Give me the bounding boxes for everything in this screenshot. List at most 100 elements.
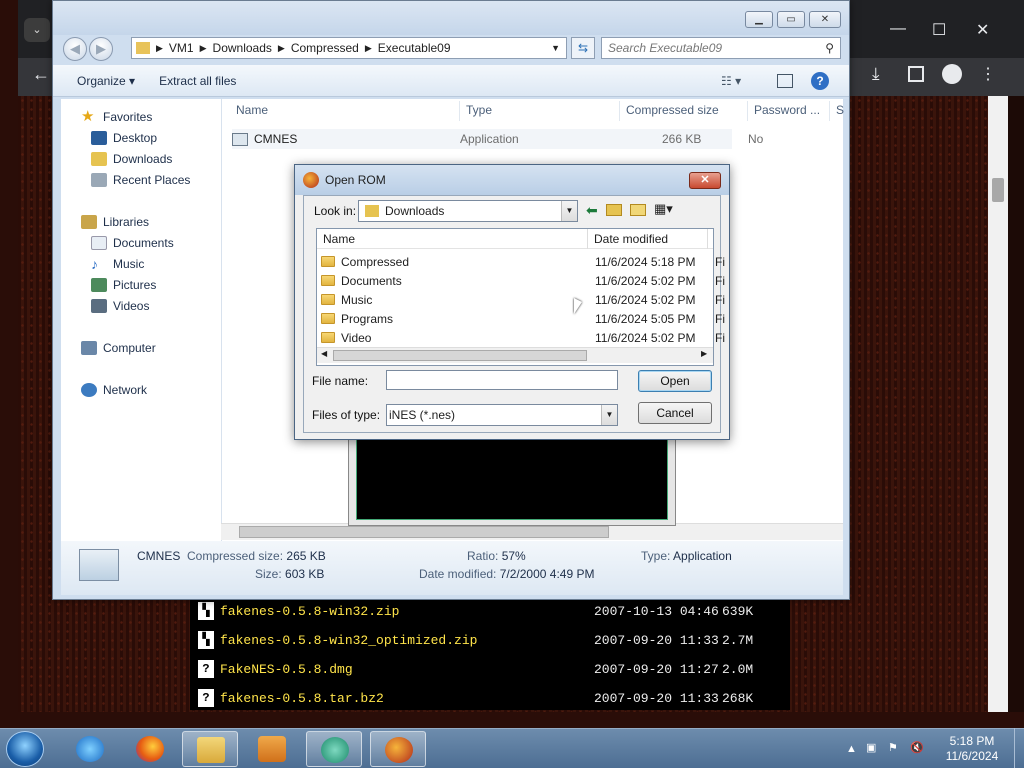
taskbar-ie[interactable]	[62, 731, 118, 767]
help-icon[interactable]: ?	[811, 71, 829, 90]
network-tray-icon[interactable]: ▣	[866, 741, 876, 754]
listing-link[interactable]: fakenes-0.5.8-win32.zip	[220, 604, 399, 619]
nav-recent-places[interactable]: Recent Places	[91, 170, 190, 190]
minimize-button[interactable]: ▁	[745, 11, 773, 28]
show-desktop-button[interactable]	[1014, 728, 1024, 768]
chevron-down-icon[interactable]: ▼	[551, 43, 560, 53]
listing-row[interactable]: ? fakenes-0.5.8.tar.bz2 2007-09-20 11:33 26…	[198, 687, 778, 709]
taskbar-explorer[interactable]	[182, 731, 238, 767]
list-item[interactable]: Video 11/6/2024 5:02 PM Fi	[321, 328, 725, 347]
download-icon[interactable]: ⤓	[872, 64, 880, 84]
page-scrollbar-thumb[interactable]	[992, 178, 1004, 202]
breadcrumb-item[interactable]: Executable09	[378, 41, 451, 55]
back-button[interactable]: ◀	[63, 37, 87, 61]
back-icon[interactable]: ←	[32, 64, 50, 85]
scroll-left-icon[interactable]: ◀	[321, 349, 327, 358]
forward-button[interactable]: ▶	[89, 37, 113, 61]
chevron-down-icon[interactable]: ▼	[561, 201, 577, 221]
cancel-button[interactable]: Cancel	[638, 402, 712, 424]
refresh-icon[interactable]: ⇆	[571, 37, 595, 59]
view-options-icon[interactable]: ☷ ▾	[721, 74, 741, 88]
column-header-type[interactable]: Ty	[707, 229, 714, 249]
scroll-right-icon[interactable]: ▶	[701, 349, 707, 358]
close-button[interactable]: ✕	[689, 172, 721, 189]
list-horizontal-scrollbar[interactable]: ◀ ▶	[317, 347, 713, 363]
side-panel-icon[interactable]	[908, 66, 924, 82]
column-header-compressed-size[interactable]: Compressed size	[620, 101, 748, 121]
extract-all-button[interactable]: Extract all files	[159, 74, 236, 88]
taskbar-media-player[interactable]	[244, 731, 300, 767]
nav-computer[interactable]: Computer	[81, 338, 156, 358]
look-in-label: Look in:	[314, 204, 357, 218]
details-value: 57%	[501, 549, 526, 563]
search-input[interactable]: Search Executable09 ⚲	[601, 37, 841, 59]
nav-label: Documents	[113, 236, 174, 250]
minimize-icon[interactable]: —	[890, 20, 906, 38]
clock[interactable]: 5:18 PM 11/6/2024	[934, 734, 1010, 764]
breadcrumb-item[interactable]: Compressed	[291, 41, 359, 55]
look-in-select[interactable]: Downloads ▼	[358, 200, 578, 222]
preview-pane-icon[interactable]	[777, 73, 793, 88]
listing-row[interactable]: ▚ fakenes-0.5.8-win32.zip 2007-10-13 04:46…	[198, 600, 778, 622]
listing-date: 2007-10-13 04:46	[594, 603, 719, 619]
nav-videos[interactable]: Videos	[91, 296, 149, 316]
menu-icon[interactable]: ⋮	[980, 64, 996, 84]
listing-link[interactable]: fakenes-0.5.8-win32_optimized.zip	[220, 633, 477, 648]
scrollbar-thumb[interactable]	[239, 526, 609, 538]
taskbar-firefox[interactable]	[122, 731, 178, 767]
column-header-type[interactable]: Type	[460, 101, 620, 121]
nav-documents[interactable]: Documents	[91, 233, 174, 253]
taskbar: ▲ ▣ ⚑ 🔇	[0, 728, 1024, 768]
taskbar-fakenes[interactable]	[370, 731, 426, 767]
list-item[interactable]: Music 11/6/2024 5:02 PM Fi	[321, 290, 725, 309]
column-header-name[interactable]: Name	[230, 101, 460, 121]
action-center-icon[interactable]: ⚑	[888, 741, 898, 754]
chevron-down-icon[interactable]: ▼	[601, 405, 617, 425]
file-name-input[interactable]	[386, 370, 618, 390]
back-arrow-icon[interactable]: ⬅	[586, 202, 598, 219]
scrollbar-thumb[interactable]	[333, 350, 587, 361]
nav-network[interactable]: Network	[81, 380, 147, 400]
new-folder-icon[interactable]	[630, 204, 646, 216]
view-menu-icon[interactable]: ▦▾	[654, 201, 673, 217]
listing-link[interactable]: fakenes-0.5.8.tar.bz2	[220, 691, 384, 706]
tab-search-button[interactable]: ⌄	[24, 18, 50, 42]
close-icon[interactable]: ✕	[976, 20, 989, 40]
nav-favorites[interactable]: ★ Favorites	[81, 107, 152, 127]
breadcrumb-item[interactable]: Downloads	[213, 41, 272, 55]
up-folder-icon[interactable]	[606, 204, 622, 216]
listing-row[interactable]: ? FakeNES-0.5.8.dmg 2007-09-20 11:27 2.0M	[198, 658, 778, 680]
nav-desktop[interactable]: Desktop	[91, 128, 157, 148]
files-of-type-value: iNES (*.nes)	[389, 408, 456, 422]
column-header-password[interactable]: Password ...	[748, 101, 830, 121]
column-header-name[interactable]: Name	[323, 232, 355, 246]
breadcrumb-item[interactable]: VM1	[169, 41, 194, 55]
column-header-date[interactable]: Date modified	[587, 229, 668, 249]
close-button[interactable]: ✕	[809, 11, 841, 28]
list-item[interactable]: Programs 11/6/2024 5:05 PM Fi	[321, 309, 725, 328]
volume-muted-icon[interactable]: 🔇	[910, 741, 924, 754]
column-header-size[interactable]: Si	[830, 101, 844, 121]
listing-row[interactable]: ▚ fakenes-0.5.8-win32_optimized.zip 2007-0…	[198, 629, 778, 651]
dialog-title-bar: Open ROM ✕	[295, 165, 729, 195]
nav-libraries[interactable]: Libraries	[81, 212, 149, 232]
table-row[interactable]: CMNES Application 266 KB No	[232, 129, 763, 149]
tray-expand-icon[interactable]: ▲	[846, 743, 857, 755]
list-item[interactable]: Documents 11/6/2024 5:02 PM Fi	[321, 271, 725, 290]
folder-icon	[321, 313, 335, 324]
folder-date: 11/6/2024 5:05 PM	[595, 311, 696, 326]
nav-pictures[interactable]: Pictures	[91, 275, 156, 295]
maximize-icon[interactable]: ☐	[932, 20, 946, 40]
organize-button[interactable]: Organize ▾	[77, 74, 135, 88]
start-button[interactable]	[6, 731, 44, 767]
files-of-type-select[interactable]: iNES (*.nes) ▼	[386, 404, 618, 426]
address-bar[interactable]: ▶ VM1 ▶ Downloads ▶ Compressed ▶ Executable0…	[131, 37, 567, 59]
profile-avatar[interactable]	[942, 64, 962, 84]
list-item[interactable]: Compressed 11/6/2024 5:18 PM Fi	[321, 252, 725, 271]
maximize-button[interactable]: ▭	[777, 11, 805, 28]
listing-link[interactable]: FakeNES-0.5.8.dmg	[220, 662, 353, 677]
open-button[interactable]: Open	[638, 370, 712, 392]
taskbar-app[interactable]	[306, 731, 362, 767]
nav-downloads[interactable]: Downloads	[91, 149, 172, 169]
nav-music[interactable]: ♪ Music	[91, 254, 144, 274]
